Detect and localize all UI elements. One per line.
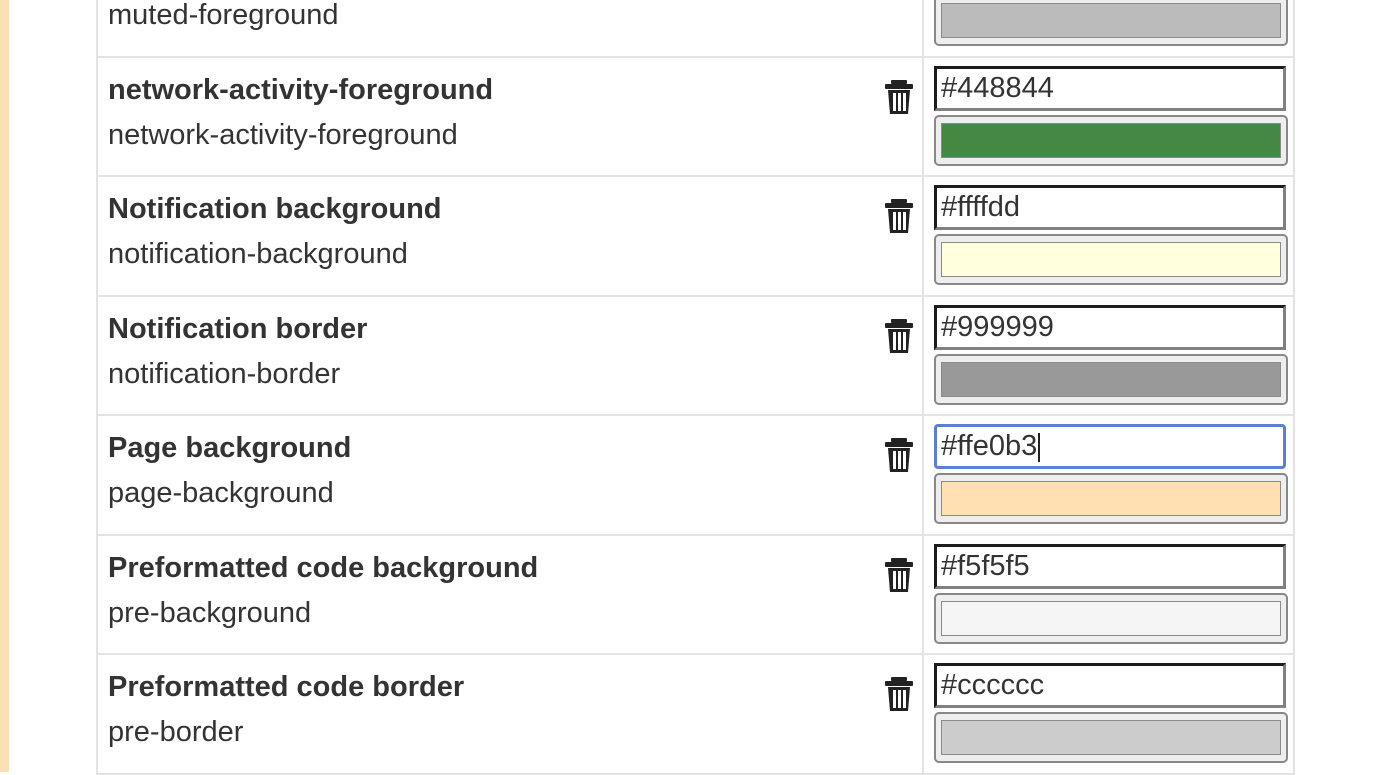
trash-icon[interactable] (884, 79, 914, 115)
palette-title: Notification background (108, 193, 442, 225)
palette-name-cell: Preformatted code border pre-border (98, 655, 924, 773)
hex-color-input[interactable]: #ffe0b3 (934, 424, 1286, 469)
palette-key: pre-border (108, 716, 244, 748)
color-swatch (941, 361, 1281, 397)
palette-name-cell: Notification border notification-border (98, 296, 924, 414)
color-picker-button[interactable] (934, 712, 1288, 763)
palette-row: Preformatted code background pre-backgro… (98, 535, 1293, 655)
palette-table: muted-foreground network-activity-foregr… (96, 0, 1295, 775)
palette-title: Preformatted code border (108, 671, 465, 703)
hex-color-input[interactable]: #cccccc (934, 663, 1286, 708)
palette-row: Notification border notification-border … (98, 296, 1293, 416)
color-picker-button[interactable] (934, 114, 1288, 166)
palette-title: Page background (108, 432, 352, 464)
color-picker-button[interactable] (934, 0, 1288, 46)
trash-icon[interactable] (884, 437, 914, 473)
palette-key: page-background (108, 477, 334, 509)
palette-name-cell: Page background page-background (98, 416, 924, 534)
palette-name-cell: Preformatted code background pre-backgro… (98, 535, 924, 653)
palette-title: Notification border (108, 312, 368, 345)
color-swatch (941, 3, 1281, 38)
color-picker-button[interactable] (934, 234, 1288, 285)
trash-icon[interactable] (884, 318, 914, 354)
color-swatch (941, 242, 1281, 277)
palette-name-cell: Notification background notification-bac… (98, 177, 924, 295)
page-edge (0, 0, 9, 772)
hex-color-input[interactable]: #448844 (934, 65, 1286, 111)
hex-value: #ffe0b3 (941, 430, 1038, 462)
trash-icon[interactable] (884, 676, 914, 712)
palette-title: network-activity-foreground (108, 73, 494, 106)
hex-color-input[interactable]: #999999 (934, 304, 1286, 350)
palette-key: network-activity-foreground (108, 118, 458, 151)
hex-color-input[interactable]: #ffffdd (934, 185, 1286, 230)
palette-row: muted-foreground (98, 0, 1293, 58)
palette-row: Page background page-background #ffe0b3 (98, 416, 1293, 536)
palette-row: Preformatted code border pre-border #ccc… (98, 655, 1293, 775)
palette-row: Notification background notification-bac… (98, 177, 1293, 297)
color-swatch (941, 720, 1281, 755)
palette-name-cell: network-activity-foreground network-acti… (98, 57, 924, 175)
palette-key: notification-background (108, 238, 408, 270)
palette-name-cell: muted-foreground (98, 0, 924, 56)
trash-icon[interactable] (884, 557, 914, 593)
palette-key: muted-foreground (108, 0, 339, 31)
text-caret (1038, 432, 1041, 462)
color-picker-button[interactable] (934, 473, 1288, 524)
palette-key: pre-background (108, 596, 312, 629)
palette-key: notification-border (108, 357, 341, 390)
palette-row: network-activity-foreground network-acti… (98, 57, 1293, 177)
color-picker-button[interactable] (934, 353, 1288, 405)
color-swatch (941, 600, 1281, 636)
palette-title: Preformatted code background (108, 551, 539, 584)
color-swatch (941, 122, 1281, 158)
hex-color-input[interactable]: #f5f5f5 (934, 543, 1286, 589)
color-swatch (941, 481, 1281, 516)
trash-icon[interactable] (884, 198, 914, 234)
color-picker-button[interactable] (934, 592, 1288, 644)
